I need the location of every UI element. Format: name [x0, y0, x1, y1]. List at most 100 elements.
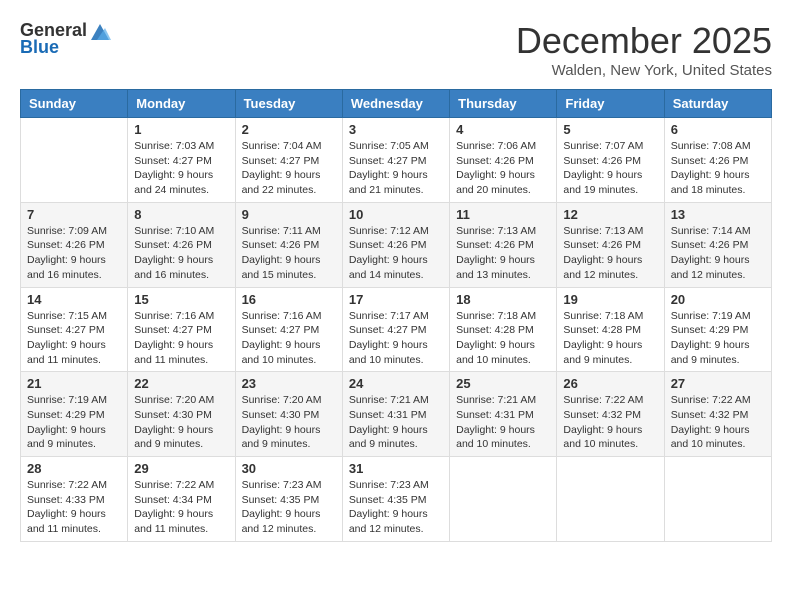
- day-info: Sunrise: 7:07 AMSunset: 4:26 PMDaylight:…: [563, 139, 657, 198]
- day-number: 16: [242, 292, 336, 307]
- day-info: Sunrise: 7:13 AMSunset: 4:26 PMDaylight:…: [456, 224, 550, 283]
- day-info: Sunrise: 7:12 AMSunset: 4:26 PMDaylight:…: [349, 224, 443, 283]
- day-info: Sunrise: 7:22 AMSunset: 4:33 PMDaylight:…: [27, 478, 121, 537]
- day-number: 6: [671, 122, 765, 137]
- calendar-day-cell: 20Sunrise: 7:19 AMSunset: 4:29 PMDayligh…: [664, 287, 771, 372]
- calendar-day-cell: 19 Sunrise: 7:18 AMSunset: 4:28 PMDayligh…: [557, 287, 664, 372]
- calendar-header-row: SundayMondayTuesdayWednesdayThursdayFrid…: [21, 90, 772, 118]
- column-header-thursday: Thursday: [450, 90, 557, 118]
- calendar-day-cell: 17Sunrise: 7:17 AMSunset: 4:27 PMDayligh…: [342, 287, 449, 372]
- calendar-week-row: 1 Sunrise: 7:03 AMSunset: 4:27 PMDaylight…: [21, 118, 772, 203]
- day-number: 13: [671, 207, 765, 222]
- day-info: Sunrise: 7:22 AMSunset: 4:32 PMDaylight:…: [671, 393, 765, 452]
- day-number: 20: [671, 292, 765, 307]
- day-info: Sunrise: 7:03 AMSunset: 4:27 PMDaylight:…: [134, 139, 228, 198]
- calendar-week-row: 14 Sunrise: 7:15 AMSunset: 4:27 PMDayligh…: [21, 287, 772, 372]
- day-number: 27: [671, 376, 765, 391]
- day-number: 18: [456, 292, 550, 307]
- calendar-day-cell: 3 Sunrise: 7:05 AMSunset: 4:27 PMDaylight…: [342, 118, 449, 203]
- column-header-sunday: Sunday: [21, 90, 128, 118]
- day-info: Sunrise: 7:13 AMSunset: 4:26 PMDaylight:…: [563, 224, 657, 283]
- calendar-day-cell: 30 Sunrise: 7:23 AMSunset: 4:35 PMDayligh…: [235, 457, 342, 542]
- day-number: 19: [563, 292, 657, 307]
- day-number: 28: [27, 461, 121, 476]
- calendar-day-cell: 21 Sunrise: 7:19 AMSunset: 4:29 PMDayligh…: [21, 372, 128, 457]
- column-header-monday: Monday: [128, 90, 235, 118]
- day-number: 24: [349, 376, 443, 391]
- day-info: Sunrise: 7:11 AMSunset: 4:26 PMDaylight:…: [242, 224, 336, 283]
- day-number: 23: [242, 376, 336, 391]
- day-number: 11: [456, 207, 550, 222]
- column-header-wednesday: Wednesday: [342, 90, 449, 118]
- day-info: Sunrise: 7:18 AMSunset: 4:28 PMDaylight:…: [563, 309, 657, 368]
- logo: General Blue: [20, 20, 111, 58]
- day-info: Sunrise: 7:19 AMSunset: 4:29 PMDaylight:…: [27, 393, 121, 452]
- day-number: 7: [27, 207, 121, 222]
- calendar-day-cell: 14 Sunrise: 7:15 AMSunset: 4:27 PMDayligh…: [21, 287, 128, 372]
- day-info: Sunrise: 7:21 AMSunset: 4:31 PMDaylight:…: [456, 393, 550, 452]
- day-number: 2: [242, 122, 336, 137]
- day-number: 8: [134, 207, 228, 222]
- day-info: Sunrise: 7:06 AMSunset: 4:26 PMDaylight:…: [456, 139, 550, 198]
- day-number: 12: [563, 207, 657, 222]
- day-info: Sunrise: 7:16 AMSunset: 4:27 PMDaylight:…: [134, 309, 228, 368]
- calendar-day-cell: 23 Sunrise: 7:20 AMSunset: 4:30 PMDayligh…: [235, 372, 342, 457]
- calendar-day-cell: 7 Sunrise: 7:09 AMSunset: 4:26 PMDaylight…: [21, 202, 128, 287]
- day-info: Sunrise: 7:15 AMSunset: 4:27 PMDaylight:…: [27, 309, 121, 368]
- calendar-week-row: 7 Sunrise: 7:09 AMSunset: 4:26 PMDaylight…: [21, 202, 772, 287]
- day-info: Sunrise: 7:16 AMSunset: 4:27 PMDaylight:…: [242, 309, 336, 368]
- day-info: Sunrise: 7:23 AMSunset: 4:35 PMDaylight:…: [349, 478, 443, 537]
- day-info: Sunrise: 7:04 AMSunset: 4:27 PMDaylight:…: [242, 139, 336, 198]
- day-number: 14: [27, 292, 121, 307]
- month-title: December 2025: [516, 20, 772, 62]
- title-block: December 2025 Walden, New York, United S…: [516, 20, 772, 79]
- column-header-friday: Friday: [557, 90, 664, 118]
- page-header: General Blue December 2025 Walden, New Y…: [20, 20, 772, 79]
- day-number: 1: [134, 122, 228, 137]
- day-info: Sunrise: 7:20 AMSunset: 4:30 PMDaylight:…: [134, 393, 228, 452]
- day-number: 10: [349, 207, 443, 222]
- calendar-table: SundayMondayTuesdayWednesdayThursdayFrid…: [20, 89, 772, 542]
- calendar-day-cell: 12 Sunrise: 7:13 AMSunset: 4:26 PMDayligh…: [557, 202, 664, 287]
- calendar-empty-cell: [664, 457, 771, 542]
- calendar-day-cell: 10 Sunrise: 7:12 AMSunset: 4:26 PMDayligh…: [342, 202, 449, 287]
- logo-blue: Blue: [20, 37, 59, 58]
- day-number: 9: [242, 207, 336, 222]
- calendar-day-cell: 22Sunrise: 7:20 AMSunset: 4:30 PMDayligh…: [128, 372, 235, 457]
- location: Walden, New York, United States: [516, 62, 772, 79]
- calendar-day-cell: 9 Sunrise: 7:11 AMSunset: 4:26 PMDaylight…: [235, 202, 342, 287]
- column-header-tuesday: Tuesday: [235, 90, 342, 118]
- day-info: Sunrise: 7:23 AMSunset: 4:35 PMDaylight:…: [242, 478, 336, 537]
- day-info: Sunrise: 7:18 AMSunset: 4:28 PMDaylight:…: [456, 309, 550, 368]
- day-info: Sunrise: 7:22 AMSunset: 4:34 PMDaylight:…: [134, 478, 228, 537]
- calendar-day-cell: 28 Sunrise: 7:22 AMSunset: 4:33 PMDayligh…: [21, 457, 128, 542]
- calendar-day-cell: 15Sunrise: 7:16 AMSunset: 4:27 PMDayligh…: [128, 287, 235, 372]
- day-info: Sunrise: 7:09 AMSunset: 4:26 PMDaylight:…: [27, 224, 121, 283]
- calendar-day-cell: 24 Sunrise: 7:21 AMSunset: 4:31 PMDayligh…: [342, 372, 449, 457]
- day-info: Sunrise: 7:05 AMSunset: 4:27 PMDaylight:…: [349, 139, 443, 198]
- calendar-day-cell: 25 Sunrise: 7:21 AMSunset: 4:31 PMDayligh…: [450, 372, 557, 457]
- day-number: 3: [349, 122, 443, 137]
- day-number: 21: [27, 376, 121, 391]
- column-header-saturday: Saturday: [664, 90, 771, 118]
- calendar-day-cell: 27 Sunrise: 7:22 AMSunset: 4:32 PMDayligh…: [664, 372, 771, 457]
- calendar-day-cell: 29Sunrise: 7:22 AMSunset: 4:34 PMDayligh…: [128, 457, 235, 542]
- day-info: Sunrise: 7:22 AMSunset: 4:32 PMDaylight:…: [563, 393, 657, 452]
- day-number: 25: [456, 376, 550, 391]
- calendar-day-cell: 31 Sunrise: 7:23 AMSunset: 4:35 PMDayligh…: [342, 457, 449, 542]
- day-info: Sunrise: 7:08 AMSunset: 4:26 PMDaylight:…: [671, 139, 765, 198]
- calendar-day-cell: 8 Sunrise: 7:10 AMSunset: 4:26 PMDaylight…: [128, 202, 235, 287]
- day-info: Sunrise: 7:21 AMSunset: 4:31 PMDaylight:…: [349, 393, 443, 452]
- day-number: 30: [242, 461, 336, 476]
- calendar-day-cell: 13 Sunrise: 7:14 AMSunset: 4:26 PMDayligh…: [664, 202, 771, 287]
- day-number: 31: [349, 461, 443, 476]
- calendar-empty-cell: [557, 457, 664, 542]
- day-info: Sunrise: 7:20 AMSunset: 4:30 PMDaylight:…: [242, 393, 336, 452]
- calendar-day-cell: 5Sunrise: 7:07 AMSunset: 4:26 PMDaylight…: [557, 118, 664, 203]
- calendar-day-cell: 11 Sunrise: 7:13 AMSunset: 4:26 PMDayligh…: [450, 202, 557, 287]
- day-info: Sunrise: 7:10 AMSunset: 4:26 PMDaylight:…: [134, 224, 228, 283]
- day-info: Sunrise: 7:14 AMSunset: 4:26 PMDaylight:…: [671, 224, 765, 283]
- calendar-day-cell: 16 Sunrise: 7:16 AMSunset: 4:27 PMDayligh…: [235, 287, 342, 372]
- calendar-day-cell: 18 Sunrise: 7:18 AMSunset: 4:28 PMDayligh…: [450, 287, 557, 372]
- calendar-empty-cell: [450, 457, 557, 542]
